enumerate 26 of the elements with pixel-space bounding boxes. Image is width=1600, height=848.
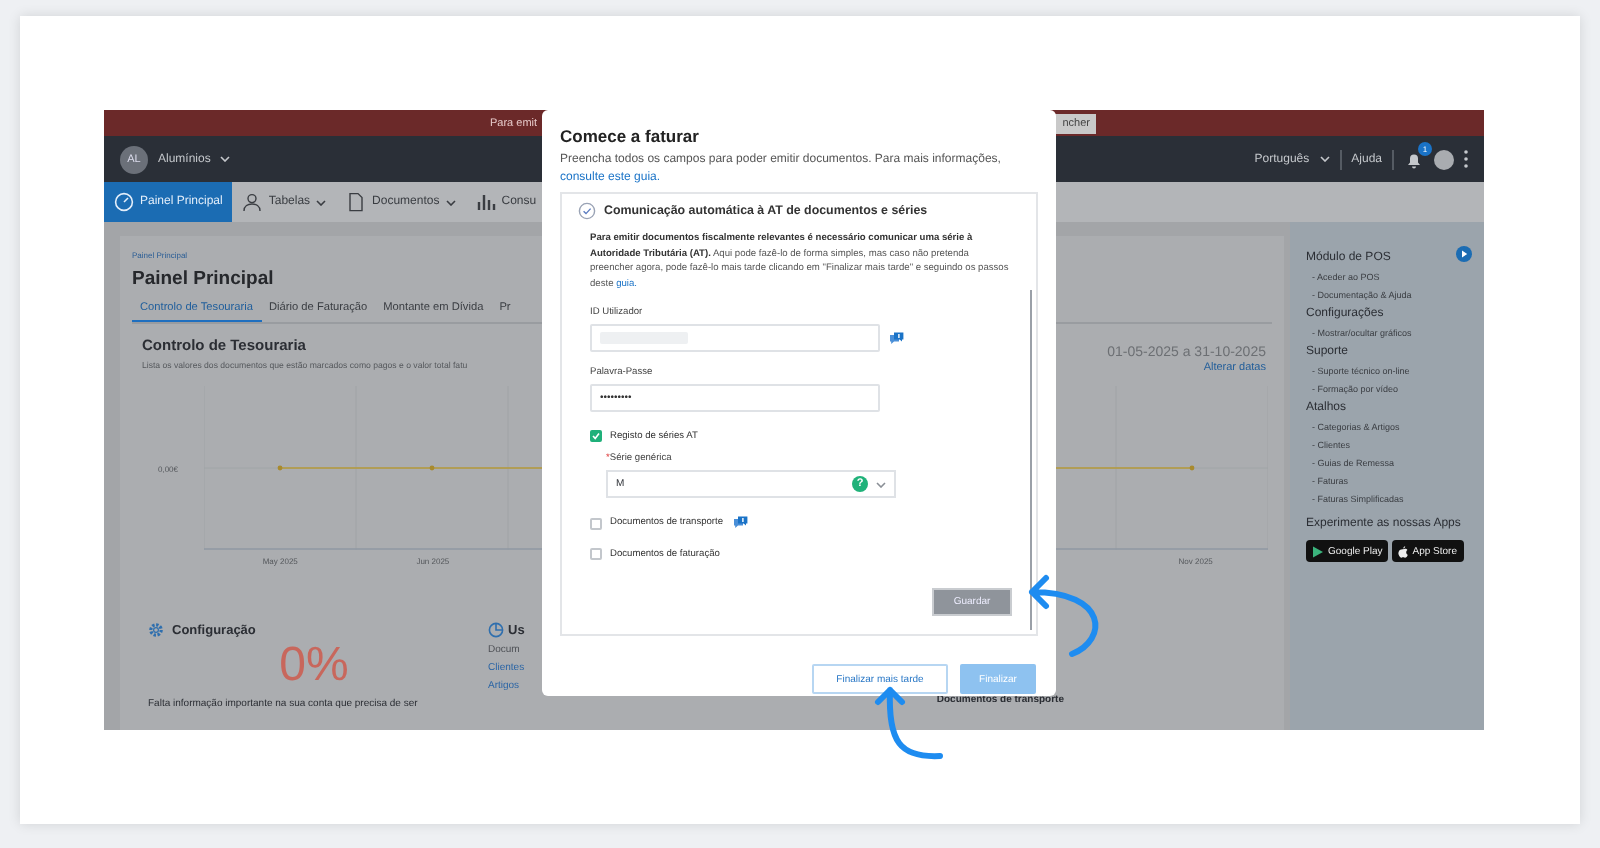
check-circle-icon [578,202,596,220]
apple-icon [1398,545,1409,557]
user-icon [242,192,263,212]
play-icon [1456,246,1472,262]
chevron-down-icon [1319,156,1330,162]
document-icon [346,192,367,212]
bell-icon [1404,149,1424,169]
chevron-down-icon [876,481,886,487]
play-triangle-icon [1312,545,1324,557]
gauge-icon [114,192,134,212]
user-avatar[interactable] [1434,149,1454,169]
chevron-down-icon [445,199,456,205]
pie-chart-icon [488,622,504,638]
gear-icon [148,622,164,638]
chevron-down-icon [316,199,327,205]
bar-chart-icon [475,192,496,212]
scrollbar[interactable] [1029,290,1032,630]
dialog-title: Comece a faturar [560,126,701,146]
input-field[interactable] [590,324,880,352]
completion-percent: 0% [277,642,351,690]
checkbox[interactable] [590,430,602,442]
check-icon [592,432,600,440]
checkbox[interactable] [590,548,602,560]
page-title: Painel Principal [132,268,274,290]
checkbox[interactable] [590,517,602,529]
chevron-down-icon [220,156,231,162]
